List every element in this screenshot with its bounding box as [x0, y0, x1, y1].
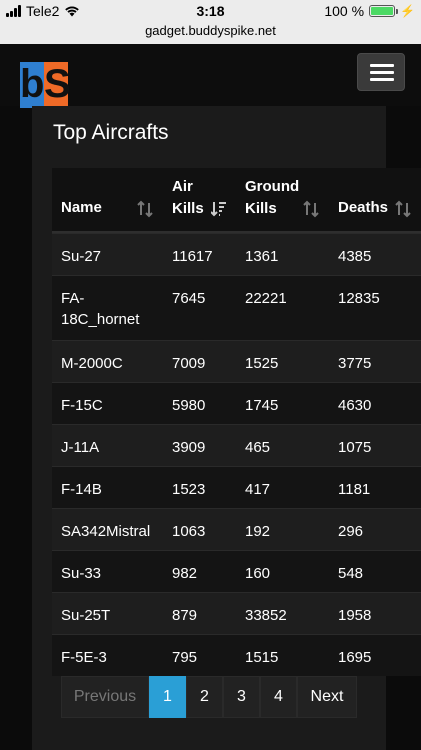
column-header-deaths[interactable]: Deaths [338, 199, 388, 216]
previous-page-button[interactable]: Previous [61, 676, 149, 718]
charging-icon: ⚡ [400, 4, 415, 18]
status-bar: Tele2 3:18 100 % ⚡ [0, 0, 421, 22]
cell-ground: 417 [245, 481, 271, 498]
pagination: Previous 1 2 3 4 Next [61, 676, 357, 718]
panel-title: Top Aircrafts [53, 121, 169, 144]
table-row: J-11A 3909 465 1075 [52, 424, 421, 466]
table-row: F-15C 5980 1745 4630 [52, 382, 421, 424]
cell-name: FA- 18C_hornet [61, 290, 140, 328]
cell-name: F-5E-3 [61, 649, 107, 666]
cell-air: 7645 [172, 290, 206, 307]
page-2-button[interactable]: 2 [186, 676, 223, 718]
cell-air: 1523 [172, 481, 206, 498]
cell-air: 1063 [172, 523, 206, 540]
cell-air: 7009 [172, 355, 206, 372]
cell-air: 795 [172, 649, 198, 666]
table-row: Su-27 11617 1361 4385 [52, 233, 421, 275]
cell-deaths: 4385 [338, 248, 372, 265]
battery-level [371, 7, 394, 15]
cell-name: F-15C [61, 397, 103, 414]
sort-both-icon[interactable] [303, 200, 319, 218]
cell-deaths: 1075 [338, 439, 372, 456]
sort-both-icon[interactable] [395, 200, 411, 218]
column-header-name[interactable]: Name [61, 199, 102, 216]
cell-name: Su-33 [61, 565, 102, 582]
cell-name: F-14B [61, 481, 102, 498]
site-logo[interactable]: b S [20, 62, 71, 108]
cell-name: SA342Mistral [61, 523, 151, 540]
page-3-button[interactable]: 3 [223, 676, 260, 718]
column-header-air-kills[interactable]: Air Kills [172, 176, 204, 220]
cell-ground: 33852 [245, 607, 287, 624]
table-row: SA342Mistral 1063 192 296 [52, 508, 421, 550]
cell-deaths: 1181 [338, 481, 371, 498]
cell-air: 11617 [172, 248, 213, 265]
page-4-button[interactable]: 4 [260, 676, 297, 718]
cell-air: 879 [172, 607, 198, 624]
table-row: Su-25T 879 33852 1958 [52, 592, 421, 634]
cell-air: 5980 [172, 397, 206, 414]
battery-icon [369, 5, 399, 17]
battery-percent: 100 % [324, 3, 365, 19]
cell-name: Su-25T [61, 607, 111, 624]
navbar: b S [0, 44, 421, 108]
cell-deaths: 1695 [338, 649, 372, 666]
table-row: Su-33 982 160 548 [52, 550, 421, 592]
table-row: FA- 18C_hornet 7645 22221 12835 [52, 275, 421, 340]
url-bar[interactable]: gadget.buddyspike.net [0, 22, 421, 44]
next-page-button[interactable]: Next [297, 676, 357, 718]
page-1-button[interactable]: 1 [149, 676, 186, 718]
sort-descending-icon[interactable] [211, 200, 227, 218]
cell-deaths: 12835 [338, 290, 380, 307]
cell-deaths: 4630 [338, 397, 372, 414]
table-body: Su-27 11617 1361 4385 FA- 18C_hornet 7645 22221… [52, 233, 421, 676]
cell-ground: 1745 [245, 397, 279, 414]
cell-ground: 22221 [245, 290, 287, 307]
logo-letter-b: b [20, 62, 45, 108]
table-header: Name Air Kills Ground Kills Deaths [52, 168, 421, 233]
sort-both-icon[interactable] [137, 200, 153, 218]
cell-deaths: 548 [338, 565, 364, 582]
table-row: F-5E-3 795 1515 1695 [52, 634, 421, 676]
cell-ground: 465 [245, 439, 271, 456]
menu-button[interactable] [357, 53, 405, 91]
cell-name: Su-27 [61, 248, 102, 265]
cell-air: 3909 [172, 439, 206, 456]
cell-ground: 1525 [245, 355, 279, 372]
cell-deaths: 1958 [338, 607, 372, 624]
cell-deaths: 296 [338, 523, 364, 540]
cell-ground: 160 [245, 565, 271, 582]
column-header-ground-kills[interactable]: Ground Kills [245, 176, 299, 220]
table-row: M-2000C 7009 1525 3775 [52, 340, 421, 382]
cell-name: M-2000C [61, 355, 123, 372]
cell-deaths: 3775 [338, 355, 372, 372]
cell-ground: 192 [245, 523, 271, 540]
aircraft-table: Name Air Kills Ground Kills Deaths Su-27… [52, 168, 421, 676]
cell-ground: 1361 [245, 248, 279, 265]
logo-letter-s: S [44, 62, 71, 108]
hamburger-icon [370, 64, 394, 67]
cell-name: J-11A [61, 439, 100, 456]
top-aircrafts-panel: Top Aircrafts Name Air Kills Ground Kill… [32, 106, 421, 750]
cell-ground: 1515 [245, 649, 279, 666]
table-row: F-14B 1523 417 1181 [52, 466, 421, 508]
cell-air: 982 [172, 565, 198, 582]
